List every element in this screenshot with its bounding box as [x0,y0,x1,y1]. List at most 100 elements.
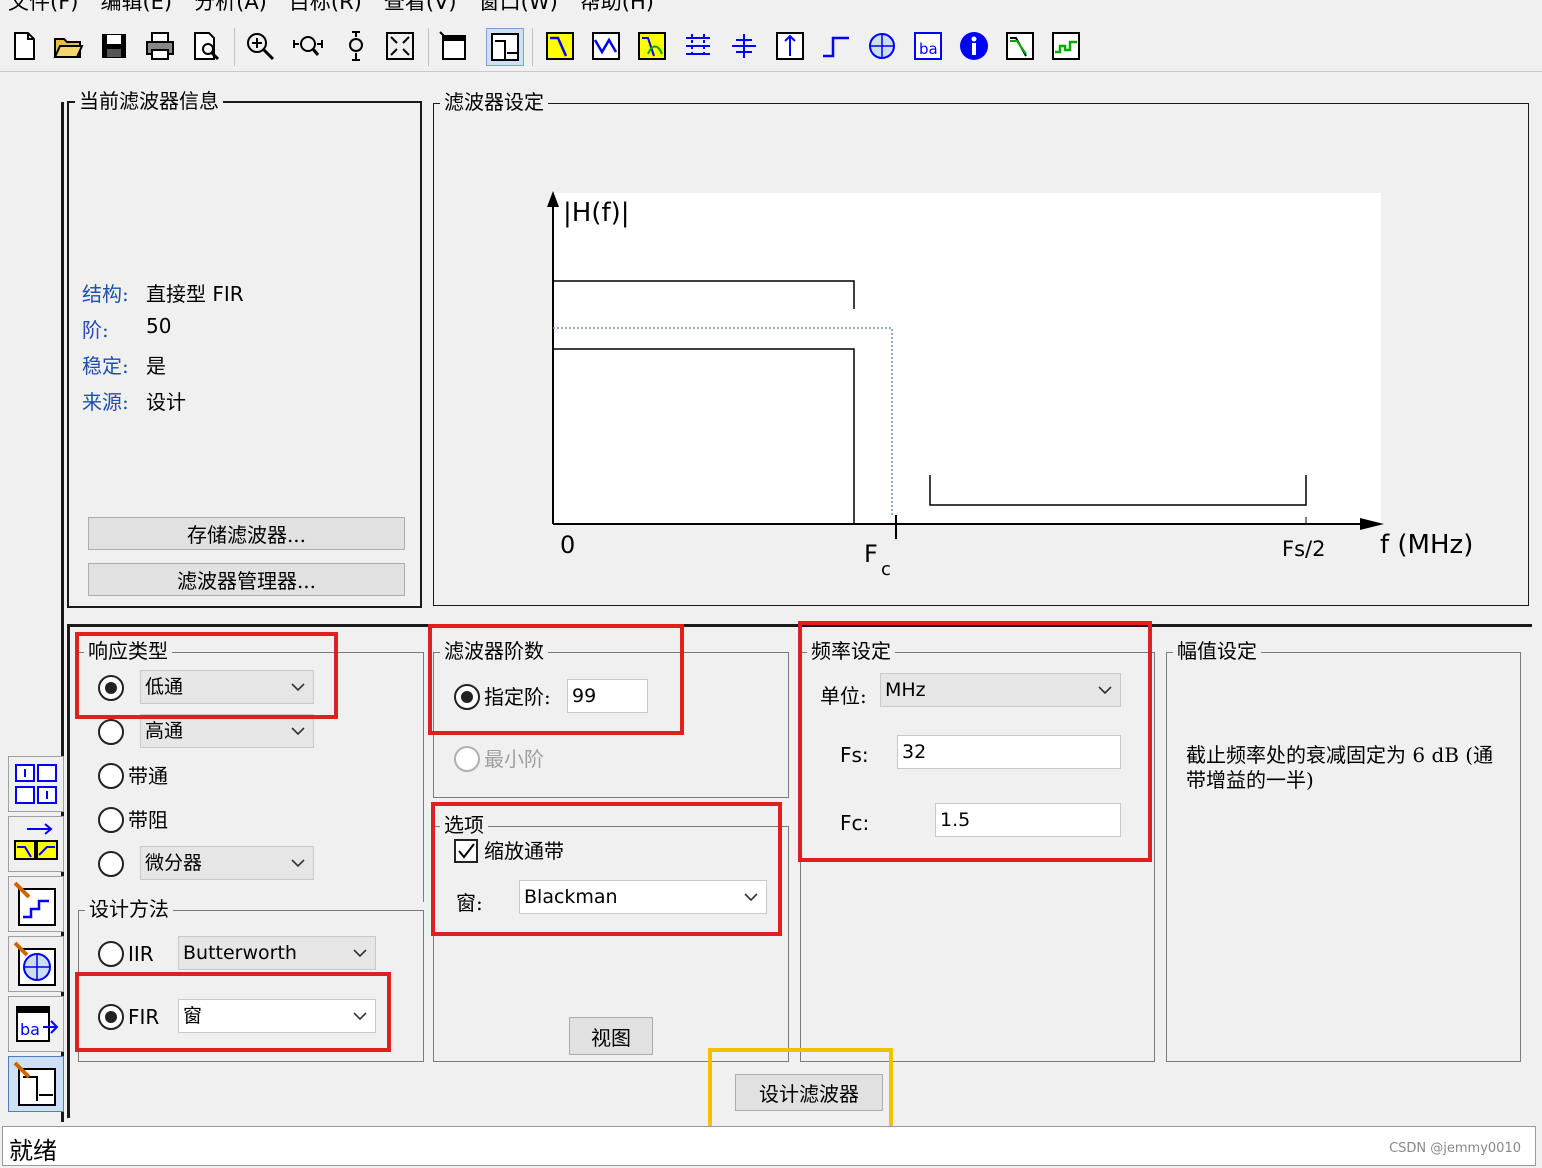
filter-info-icon[interactable] [956,28,992,64]
iir-method-value: Butterworth [183,942,297,964]
save-icon[interactable] [96,28,132,64]
fs-label: Fs: [840,743,869,767]
units-select-value: MHz [885,679,926,701]
print-preview-icon[interactable] [188,28,224,64]
bandstop-label[interactable]: 带阻 [128,807,168,833]
menu-help[interactable]: 帮助(H) [580,0,654,14]
filter-design-active-icon[interactable] [8,1056,64,1112]
store-filter-button[interactable]: 存储滤波器... [88,517,405,550]
lowpass-select[interactable]: 低通 [140,670,314,704]
zoom-in-icon[interactable] [242,28,278,64]
design-filter-icon[interactable] [8,876,64,932]
status-bar: 就绪 CSDN @jemmy0010 [2,1126,1536,1166]
filter-manager-button[interactable]: 滤波器管理器... [88,563,405,596]
fc-input[interactable]: 1.5 [935,803,1121,837]
magnitude-panel: 幅值设定 [1166,639,1521,1062]
filter-spec-title: 滤波器设定 [440,90,548,114]
full-view-icon[interactable] [382,28,418,64]
order-input[interactable]: 99 [567,679,648,713]
differentiator-radio[interactable] [98,851,124,877]
iir-radio[interactable] [98,941,124,967]
design-method-title: 设计方法 [85,897,173,921]
scale-passband-label[interactable]: 缩放通带 [484,838,564,864]
minimum-order-radio[interactable] [454,746,480,772]
frequency-title: 频率设定 [807,639,895,663]
bandpass-radio[interactable] [98,763,124,789]
info-structure-value: 直接型 FIR [146,282,244,306]
svg-text:ba: ba [20,1020,40,1039]
menu-edit[interactable]: 编辑(E) [100,0,172,14]
spec-fs2-label: Fs/2 [1282,537,1326,561]
bandpass-label[interactable]: 带通 [128,763,168,789]
spec-x-unit: f (MHz) [1380,530,1474,560]
specify-order-label[interactable]: 指定阶: [484,684,551,710]
iir-method-select[interactable]: Butterworth [178,936,376,970]
info-stable-value: 是 [146,354,166,378]
differentiator-select-value: 微分器 [145,852,203,874]
window-select[interactable]: Blackman [519,880,767,914]
chevron-down-icon [345,1000,375,1032]
magnitude-estimate-icon[interactable] [1002,28,1038,64]
highpass-select[interactable]: 高通 [140,714,314,748]
menu-view[interactable]: 查看(V) [384,0,457,14]
menu-window[interactable]: 窗口(W) [479,0,558,14]
import-filter-icon[interactable]: ba [8,996,64,1052]
design-filter-button[interactable]: 设计滤波器 [735,1074,883,1111]
bandstop-radio[interactable] [98,807,124,833]
group-delay-icon[interactable] [680,28,716,64]
print-icon[interactable] [142,28,178,64]
response-type-title: 响应类型 [84,639,172,663]
transform-filter-icon[interactable] [8,816,64,872]
fir-label[interactable]: FIR [128,1004,159,1030]
current-filter-info-title: 当前滤波器信息 [75,89,223,113]
iir-label[interactable]: IIR [128,941,154,967]
info-source-key: 来源: [82,390,129,414]
phase-response-icon[interactable] [588,28,624,64]
step-response-icon[interactable] [818,28,854,64]
pole-zero-editor-icon[interactable] [8,936,64,992]
specify-order-radio[interactable] [454,684,480,710]
minimum-order-label[interactable]: 最小阶 [484,746,544,772]
spec-zero-label: 0 [560,531,576,559]
chevron-down-icon [736,881,766,913]
new-icon[interactable] [6,28,42,64]
fir-radio[interactable] [98,1004,124,1030]
chevron-down-icon [283,715,313,747]
magnitude-phase-icon[interactable] [634,28,670,64]
fs-input[interactable]: 32 [897,735,1121,769]
view-button[interactable]: 视图 [569,1017,653,1055]
menu-bar: 文件(F) 编辑(E) 分析(A) 目标(R) 查看(V) 窗口(W) 帮助(H) [0,0,1542,14]
design-method-panel: 设计方法 [78,897,424,1062]
scale-passband-checkbox[interactable] [454,839,478,863]
noise-loop-icon[interactable] [1048,28,1084,64]
zoom-y-icon[interactable] [338,28,374,64]
units-select[interactable]: MHz [880,673,1121,707]
zoom-x-icon[interactable] [290,28,326,64]
menu-targets[interactable]: 目标(R) [289,0,362,14]
menu-file[interactable]: 文件(F) [8,0,78,14]
lowpass-radio[interactable] [98,675,124,701]
open-icon[interactable] [50,28,86,64]
filter-spec-icon[interactable] [486,28,524,66]
window-label: 窗: [456,891,483,915]
highpass-select-value: 高通 [145,720,184,742]
info-order-value: 50 [146,314,172,338]
spec-fc-subscript: c [881,559,891,580]
coefficients-icon[interactable]: ba [910,28,946,64]
menu-analysis[interactable]: 分析(A) [194,0,267,14]
fir-method-select[interactable]: 窗 [178,999,376,1033]
status-text: 就绪 [9,1137,57,1165]
new-window-icon[interactable] [436,28,472,64]
convert-structure-icon[interactable] [8,756,64,812]
phase-delay-icon[interactable] [726,28,762,64]
filter-order-panel: 滤波器阶数 [433,639,789,798]
frequency-panel: 频率设定 [800,639,1155,1062]
differentiator-select[interactable]: 微分器 [140,846,314,880]
fc-label: Fc: [840,811,870,835]
magnitude-response-icon[interactable] [542,28,578,64]
info-source-value: 设计 [146,390,186,414]
highpass-radio[interactable] [98,719,124,745]
svg-text:ba: ba [919,40,938,58]
impulse-response-icon[interactable] [772,28,808,64]
pole-zero-icon[interactable] [864,28,900,64]
